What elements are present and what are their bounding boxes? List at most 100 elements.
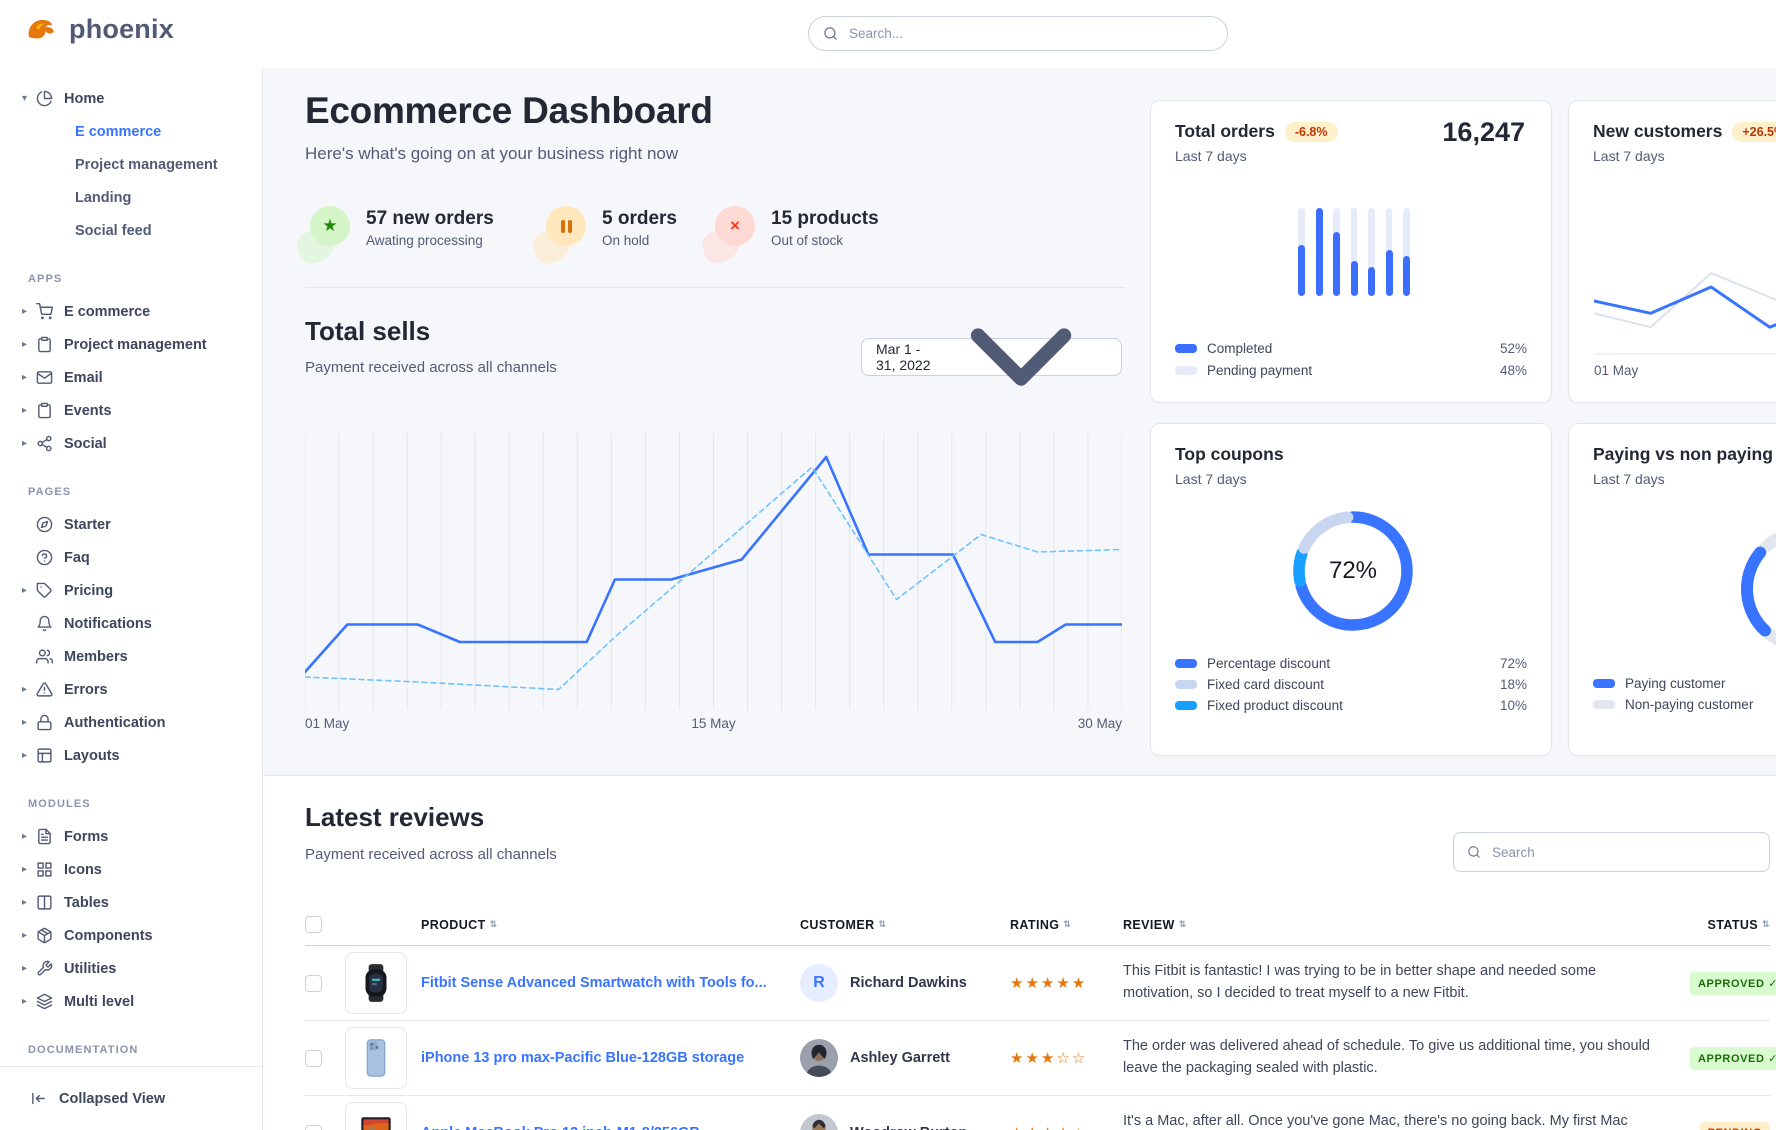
sidebar-item-project-management[interactable]: Project management [0, 148, 262, 181]
sidebar-item-social-feed[interactable]: Social feed [0, 214, 262, 247]
page-title: Ecommerce Dashboard [305, 90, 713, 132]
sidebar-item-multi-level[interactable]: ▸Multi level [0, 985, 262, 1018]
product-link[interactable]: Apple MacBook Pro 13 inch-M1-8/256GB [421, 1125, 800, 1130]
sidebar-item-email[interactable]: ▸Email [0, 361, 262, 394]
sidebar-item-events[interactable]: ▸Events [0, 394, 262, 427]
caret-right-icon: ▸ [22, 372, 36, 383]
card-title: Total orders [1175, 121, 1275, 142]
table-row: Apple MacBook Pro 13 inch-M1-8/256GBWood… [305, 1096, 1770, 1130]
brand-logo[interactable]: phoenix [26, 14, 174, 45]
sidebar-item-members[interactable]: Members [0, 640, 262, 673]
collapse-label: Collapsed View [59, 1091, 165, 1107]
order-bar [1403, 208, 1410, 296]
collapse-left-icon [30, 1090, 47, 1107]
sidebar-item-e-commerce[interactable]: ▸E commerce [0, 295, 262, 328]
product-link[interactable]: iPhone 13 pro max-Pacific Blue-128GB sto… [421, 1050, 800, 1066]
sidebar-item-notifications[interactable]: Notifications [0, 607, 262, 640]
latest-reviews-section: Latest reviews Payment received across a… [263, 775, 1776, 1130]
layers-icon [36, 993, 53, 1010]
legend-swatch [1593, 700, 1615, 709]
review-text: This Fitbit is fantastic! I was trying t… [1123, 961, 1690, 1005]
sidebar-item-forms[interactable]: ▸Forms [0, 820, 262, 853]
sort-header[interactable]: PRODUCT ⇅ [421, 918, 800, 932]
sort-header[interactable]: STATUS ⇅ [1708, 918, 1771, 932]
star-icon: ★ [306, 206, 350, 250]
legend-value: 52% [1500, 341, 1527, 356]
new-customers-line-chart [1594, 261, 1776, 361]
column-header-product: PRODUCT ⇅ [421, 918, 800, 932]
legend-item: Fixed card discount18% [1175, 677, 1527, 692]
global-search [808, 16, 1228, 51]
reviews-subtitle: Payment received across all channels [305, 846, 557, 863]
legend-value: 48% [1500, 363, 1527, 378]
sidebar-item-layouts[interactable]: ▸Layouts [0, 739, 262, 772]
sort-header[interactable]: REVIEW ⇅ [1123, 918, 1690, 932]
caret-right-icon: ▸ [22, 585, 36, 596]
sidebar-collapse-toggle[interactable]: Collapsed View [0, 1066, 262, 1130]
stat-value: 15 products [771, 208, 879, 230]
sidebar-item-errors[interactable]: ▸Errors [0, 673, 262, 706]
reviews-search-input[interactable] [1490, 844, 1756, 861]
sidebar-item-landing[interactable]: Landing [0, 181, 262, 214]
product-link[interactable]: Fitbit Sense Advanced Smartwatch with To… [421, 975, 800, 991]
sidebar-item-starter[interactable]: Starter [0, 508, 262, 541]
x-tick: 01 May [1594, 363, 1638, 378]
sidebar-item-utilities[interactable]: ▸Utilities [0, 952, 262, 985]
legend-label: Percentage discount [1207, 656, 1330, 671]
sidebar-item-e-commerce[interactable]: E commerce [0, 115, 262, 148]
x-tick: 15 May [691, 716, 735, 731]
row-checkbox[interactable] [305, 975, 322, 992]
legend-label: Non-paying customer [1625, 697, 1753, 712]
legend-swatch [1593, 679, 1615, 688]
alert-triangle-icon [36, 681, 53, 698]
shopping-cart-icon [36, 303, 53, 320]
legend-swatch [1175, 344, 1197, 353]
caret-right-icon: ▸ [22, 996, 36, 1007]
sidebar-item-label: Utilities [64, 961, 116, 977]
sidebar-item-icons[interactable]: ▸Icons [0, 853, 262, 886]
sidebar-item-tables[interactable]: ▸Tables [0, 886, 262, 919]
row-checkbox[interactable] [305, 1050, 322, 1067]
reviews-title: Latest reviews [305, 802, 484, 833]
sort-icon: ⇅ [1063, 919, 1071, 930]
sidebar-section-label: PAGES [0, 482, 262, 502]
date-range-select[interactable]: Mar 1 - 31, 2022 [861, 338, 1122, 376]
caret-right-icon: ▸ [22, 831, 36, 842]
legend-label: Pending payment [1207, 363, 1312, 378]
clipboard-icon [36, 336, 53, 353]
sidebar-item-social[interactable]: ▸Social [0, 427, 262, 460]
select-all-checkbox[interactable] [305, 916, 322, 933]
sidebar-item-project-management[interactable]: ▸Project management [0, 328, 262, 361]
sidebar-nav: ▾HomeE commerceProject managementLanding… [0, 68, 263, 1130]
card-period: Last 7 days [1593, 148, 1665, 164]
donut-center-label: 72% [1283, 501, 1423, 641]
card-period: Last 7 days [1175, 471, 1247, 487]
customer-name: Richard Dawkins [850, 975, 967, 991]
customer-name: Ashley Garrett [850, 1050, 950, 1066]
sidebar-item-components[interactable]: ▸Components [0, 919, 262, 952]
smartwatch-thumb [345, 952, 407, 1014]
new-customers-card: New customers +26.5% Last 7 days 01 May [1568, 100, 1776, 403]
caret-right-icon: ▸ [22, 306, 36, 317]
sidebar-item-pricing[interactable]: ▸Pricing [0, 574, 262, 607]
top-coupons-card: Top coupons Last 7 days 72% Percentage d… [1150, 423, 1552, 756]
product-cell: iPhone 13 pro max-Pacific Blue-128GB sto… [421, 1050, 800, 1066]
global-search-input[interactable] [847, 25, 1213, 42]
header-checkbox-cell [305, 916, 345, 933]
sidebar-item-authentication[interactable]: ▸Authentication [0, 706, 262, 739]
row-checkbox[interactable] [305, 1125, 322, 1130]
sidebar-item-faq[interactable]: Faq [0, 541, 262, 574]
bell-icon [36, 615, 53, 632]
lock-icon [36, 714, 53, 731]
x-icon: × [711, 206, 755, 250]
reviews-table-header: PRODUCT ⇅CUSTOMER ⇅RATING ⇅REVIEW ⇅ STATU… [305, 904, 1770, 946]
legend-item: Paying customer [1593, 676, 1776, 691]
sidebar-item-home[interactable]: ▾Home [0, 82, 262, 115]
product-cell: Fitbit Sense Advanced Smartwatch with To… [421, 975, 800, 991]
compass-icon [36, 516, 53, 533]
sidebar-section-label: DOCUMENTATION [0, 1040, 262, 1060]
brand-name: phoenix [69, 14, 174, 45]
sort-header[interactable]: CUSTOMER ⇅ [800, 918, 1010, 932]
sort-header[interactable]: RATING ⇅ [1010, 918, 1123, 932]
review-text: The order was delivered ahead of schedul… [1123, 1036, 1690, 1080]
